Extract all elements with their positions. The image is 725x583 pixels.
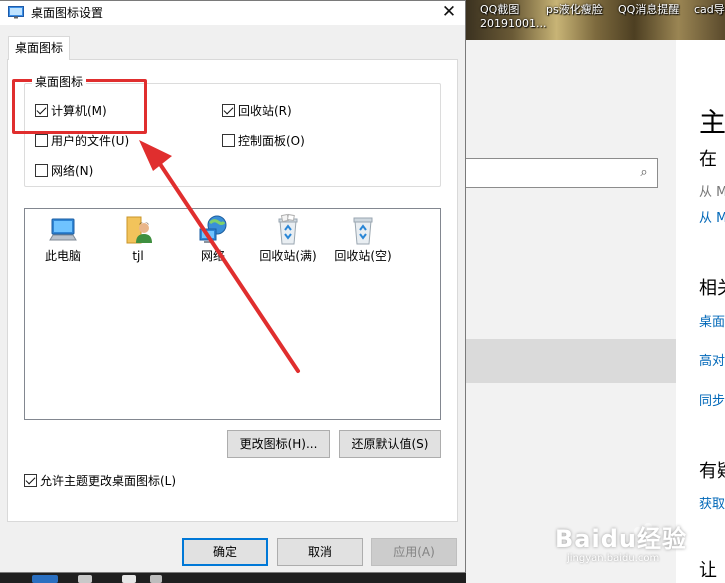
user-folder-icon [121, 213, 155, 247]
recycle-bin-empty-icon [346, 213, 380, 247]
list-item[interactable]: 网络 [178, 213, 248, 263]
checkbox-box[interactable] [35, 133, 48, 147]
checkbox-label: 用户的文件(U) [51, 133, 130, 148]
settings-related-link-desktop[interactable]: 桌面 [699, 311, 725, 330]
checkbox-label: 回收站(R) [238, 103, 292, 118]
checkbox-label: 允许主题更改桌面图标(L) [40, 473, 177, 488]
change-icon-button[interactable]: 更改图标(H)... [227, 430, 330, 458]
taskbar-app-icon[interactable] [122, 575, 136, 583]
cancel-button[interactable]: 取消 [277, 538, 363, 566]
list-item[interactable]: tjl [103, 213, 173, 263]
icon-label: 回收站(满) [259, 249, 317, 263]
list-item[interactable]: 回收站(空) [328, 213, 398, 263]
list-item[interactable]: 回收站(满) [253, 213, 323, 263]
watermark-url: jingyan.baidu.com [567, 553, 660, 564]
apply-button[interactable]: 应用(A) [371, 538, 457, 566]
watermark-text: Baidu经验 [555, 525, 687, 553]
tab-desktop-icons[interactable]: 桌面图标 [8, 36, 70, 60]
list-item[interactable]: 此电脑 [28, 213, 98, 263]
ok-button[interactable]: 确定 [182, 538, 268, 566]
checkbox-box[interactable] [35, 163, 48, 177]
checkbox-box[interactable] [222, 133, 235, 147]
icon-label: tjl [132, 249, 144, 263]
dialog-title: 桌面图标设置 [31, 6, 104, 20]
computer-icon [46, 213, 80, 247]
desktop-file-qq-screenshot[interactable]: QQ截图 20191001... [480, 3, 546, 31]
settings-subtitle: 在 [699, 149, 717, 170]
recycle-bin-full-icon [271, 213, 305, 247]
checkbox-recycle-bin[interactable]: 回收站(R) [222, 102, 292, 118]
settings-related-heading: 相关 [699, 278, 725, 299]
settings-page-title: 主 [699, 108, 725, 139]
restore-default-button[interactable]: 还原默认值(S) [339, 430, 441, 458]
checkbox-label: 网络(N) [51, 163, 94, 178]
checkbox-user-files[interactable]: 用户的文件(U) [35, 132, 129, 148]
desktop-file-qq-reminder[interactable]: QQ消息提醒 [618, 3, 679, 17]
settings-related-link-sync[interactable]: 同步 [699, 390, 725, 409]
settings-feedback-heading: 让 [699, 560, 717, 581]
taskbar-app-icon[interactable] [150, 575, 162, 583]
icon-label: 此电脑 [44, 249, 81, 263]
taskbar-app-icon[interactable] [32, 575, 58, 583]
desktop-settings-icon [8, 6, 24, 19]
taskbar-app-icon[interactable] [78, 575, 92, 583]
checkbox-box[interactable] [222, 103, 235, 117]
icon-label: 网络 [200, 249, 225, 263]
desktop-file-cad[interactable]: cad导 [694, 3, 725, 17]
settings-search-input[interactable] [466, 158, 658, 188]
close-icon: ✕ [441, 2, 457, 22]
close-button[interactable]: ✕ [433, 1, 465, 25]
checkbox-network[interactable]: 网络(N) [35, 162, 93, 178]
settings-gray-text: 从 M [699, 185, 725, 200]
title-bar[interactable]: 桌面图标设置 ✕ [0, 1, 465, 25]
desktop-icon-settings-dialog: 桌面图标设置 ✕ 桌面图标 桌面图标 计算机(M) 回收站(R) 用户的文件(U… [0, 0, 466, 573]
settings-nav-selected-item[interactable] [466, 339, 676, 383]
network-icon [196, 213, 230, 247]
checkbox-label: 控制面板(O) [238, 133, 305, 148]
group-label: 桌面图标 [32, 75, 87, 89]
taskbar [0, 573, 466, 583]
settings-help-link[interactable]: 获取 [699, 493, 725, 512]
checkbox-box[interactable] [24, 473, 37, 487]
settings-question-heading: 有疑 [699, 461, 725, 482]
settings-related-link-contrast[interactable]: 高对 [699, 350, 725, 369]
search-icon[interactable]: ⌕ [636, 165, 652, 181]
checkbox-control-panel[interactable]: 控制面板(O) [222, 132, 305, 148]
checkbox-allow-theme-change[interactable]: 允许主题更改桌面图标(L) [24, 472, 176, 488]
settings-link[interactable]: 从 M [699, 207, 725, 226]
icon-label: 回收站(空) [334, 249, 392, 263]
desktop-file-ps[interactable]: ps液化瘦脸 [546, 3, 603, 17]
